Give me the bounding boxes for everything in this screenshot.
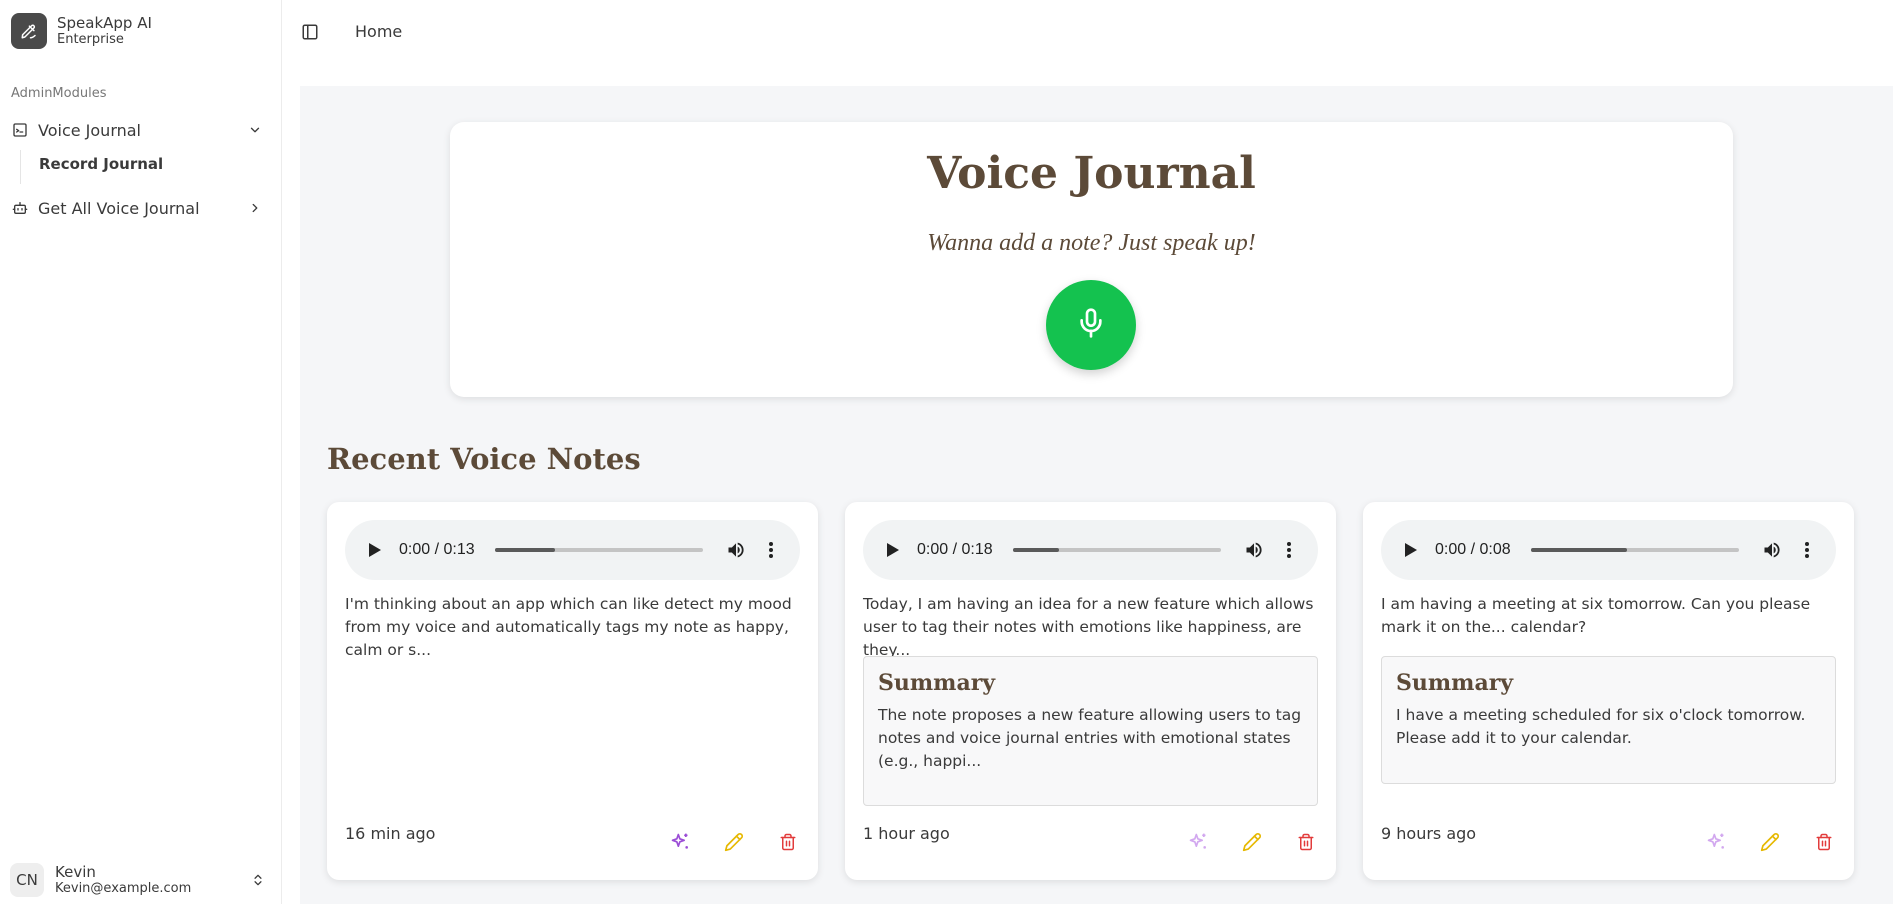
page-subtitle: Wanna add a note? Just speak up! xyxy=(927,230,1256,256)
sidebar-item-label: Voice Journal xyxy=(38,120,141,140)
sidebar-group-label: AdminModules xyxy=(11,86,107,101)
summary-title: Summary xyxy=(1396,670,1514,696)
audio-seek-bar[interactable] xyxy=(495,548,703,552)
pencil-icon xyxy=(1242,833,1261,852)
pencil-icon xyxy=(724,833,743,852)
sparkles-icon xyxy=(1707,833,1724,849)
note-timestamp: 9 hours ago xyxy=(1381,824,1477,843)
audio-seek-bar[interactable] xyxy=(1531,548,1739,552)
sidebar: SpeakApp AI Enterprise AdminModules Voic… xyxy=(0,0,282,904)
avatar: CN xyxy=(10,863,44,897)
summary-box: Summary The note proposes a new feature … xyxy=(863,656,1318,806)
submenu-divider xyxy=(20,150,21,184)
brand[interactable]: SpeakApp AI Enterprise xyxy=(11,13,152,49)
sidebar-item-voice-journal[interactable]: Voice Journal xyxy=(11,116,263,144)
audio-time: 0:00 / 0:08 xyxy=(1435,541,1511,558)
volume-icon[interactable] xyxy=(1243,539,1265,561)
bot-icon xyxy=(11,199,29,217)
microphone-icon xyxy=(1075,307,1107,343)
pen-icon xyxy=(11,13,47,49)
trash-icon xyxy=(780,833,796,851)
audio-time: 0:00 / 0:13 xyxy=(399,541,475,558)
more-options-icon[interactable] xyxy=(1799,539,1815,561)
trash-icon xyxy=(1298,833,1314,851)
edit-button[interactable] xyxy=(722,830,746,854)
delete-button[interactable] xyxy=(1294,830,1318,854)
note-text: Today, I am having an idea for a new fea… xyxy=(863,595,1314,659)
note-text: I am having a meeting at six tomorrow. C… xyxy=(1381,595,1811,636)
sparkles-icon xyxy=(671,833,688,849)
audio-time: 0:00 / 0:18 xyxy=(917,541,993,558)
breadcrumb[interactable]: Home xyxy=(355,22,402,41)
brand-plan: Enterprise xyxy=(57,32,124,48)
main-content: Voice Journal Wanna add a note? Just spe… xyxy=(300,86,1893,904)
play-icon[interactable] xyxy=(883,540,903,560)
record-panel: Voice Journal Wanna add a note? Just spe… xyxy=(450,122,1733,397)
edit-button[interactable] xyxy=(1758,830,1782,854)
delete-button[interactable] xyxy=(1812,830,1836,854)
audio-seek-bar[interactable] xyxy=(1013,548,1221,552)
voice-note-card: 0:00 / 0:13 I'm thinking about an app wh… xyxy=(327,502,818,880)
chevron-right-icon xyxy=(247,200,263,216)
page-title: Voice Journal xyxy=(927,148,1256,199)
play-icon[interactable] xyxy=(1401,540,1421,560)
chevron-down-icon xyxy=(247,122,263,138)
volume-icon[interactable] xyxy=(1761,539,1783,561)
sidebar-subitem-record-journal[interactable]: Record Journal xyxy=(39,155,163,173)
audio-player: 0:00 / 0:18 xyxy=(863,520,1318,580)
audio-player: 0:00 / 0:08 xyxy=(1381,520,1836,580)
play-icon[interactable] xyxy=(365,540,385,560)
section-title: Recent Voice Notes xyxy=(327,442,641,476)
terminal-square-icon xyxy=(11,121,29,139)
note-timestamp: 1 hour ago xyxy=(863,824,950,843)
more-options-icon[interactable] xyxy=(1281,539,1297,561)
sidebar-toggle-icon[interactable] xyxy=(301,23,319,41)
user-name: Kevin xyxy=(55,862,96,881)
volume-icon[interactable] xyxy=(725,539,747,561)
summary-text: I have a meeting scheduled for six o'clo… xyxy=(1396,706,1806,747)
summary-box: Summary I have a meeting scheduled for s… xyxy=(1381,656,1836,784)
summarize-button[interactable] xyxy=(1186,830,1210,854)
sidebar-item-label: Get All Voice Journal xyxy=(38,198,200,218)
summarize-button[interactable] xyxy=(668,830,692,854)
brand-name: SpeakApp AI xyxy=(57,14,152,33)
voice-note-card: 0:00 / 0:08 I am having a meeting at six… xyxy=(1363,502,1854,880)
more-options-icon[interactable] xyxy=(763,539,779,561)
sidebar-item-get-all-voice-journal[interactable]: Get All Voice Journal xyxy=(11,194,263,222)
trash-icon xyxy=(1816,833,1832,851)
summary-title: Summary xyxy=(878,670,996,696)
edit-button[interactable] xyxy=(1240,830,1264,854)
sparkles-icon xyxy=(1189,833,1206,849)
chevrons-up-down-icon xyxy=(250,870,266,890)
note-timestamp: 16 min ago xyxy=(345,824,436,843)
summarize-button[interactable] xyxy=(1704,830,1728,854)
record-button[interactable] xyxy=(1046,280,1136,370)
pencil-icon xyxy=(1760,833,1779,852)
audio-player: 0:00 / 0:13 xyxy=(345,520,800,580)
note-text: I'm thinking about an app which can like… xyxy=(345,595,792,659)
summary-text: The note proposes a new feature allowing… xyxy=(878,706,1302,770)
user-email: Kevin@example.com xyxy=(55,881,192,897)
voice-note-card: 0:00 / 0:18 Today, I am having an idea f… xyxy=(845,502,1336,880)
user-menu[interactable]: CN Kevin Kevin@example.com xyxy=(10,862,266,898)
delete-button[interactable] xyxy=(776,830,800,854)
